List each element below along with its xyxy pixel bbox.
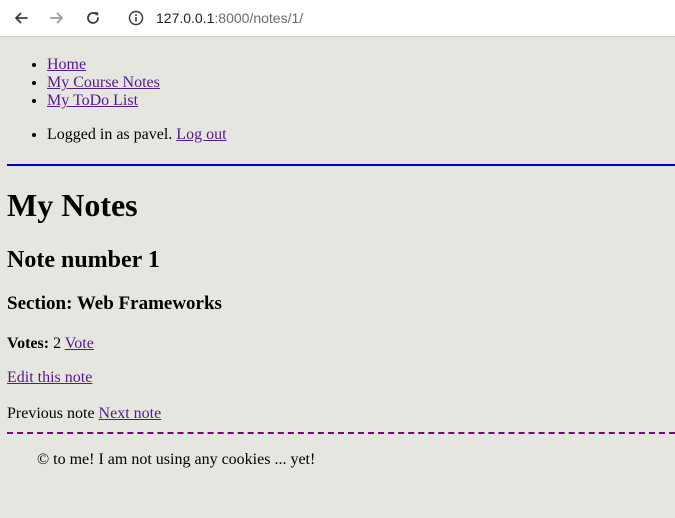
browser-toolbar: 127.0.0.1:8000/notes/1/ — [0, 0, 675, 37]
previous-note-label: Previous note — [7, 405, 95, 422]
main-nav: Home My Course Notes My ToDo List — [0, 56, 160, 110]
note-heading: Note number 1 — [7, 247, 160, 273]
nav-link-home[interactable]: Home — [47, 56, 86, 73]
header-divider — [7, 164, 675, 166]
logout-link[interactable]: Log out — [176, 126, 226, 143]
next-note-link[interactable]: Next note — [99, 405, 162, 422]
note-pager: Previous note Next note — [7, 404, 161, 424]
address-bar[interactable]: 127.0.0.1:8000/notes/1/ — [118, 1, 675, 35]
back-icon[interactable] — [9, 6, 33, 30]
nav-link-course-notes[interactable]: My Course Notes — [47, 74, 160, 91]
nav-item-home: Home — [47, 56, 160, 74]
votes-label: Votes: — [7, 335, 50, 352]
footer-text: © to me! I am not using any cookies ... … — [37, 451, 316, 468]
reload-icon[interactable] — [81, 6, 105, 30]
edit-line: Edit this note — [7, 368, 92, 388]
url-host: 127.0.0.1 — [156, 10, 215, 26]
vote-link[interactable]: Vote — [65, 335, 94, 352]
footer-divider — [7, 432, 675, 434]
nav-item-course-notes: My Course Notes — [47, 74, 160, 92]
site-info-icon[interactable] — [128, 10, 144, 26]
user-status-item: Logged in as pavel. Log out — [47, 126, 227, 144]
user-status: Logged in as pavel. Log out — [0, 126, 227, 144]
nav-link-todo-list[interactable]: My ToDo List — [47, 92, 138, 109]
url-path: :8000/notes/1/ — [214, 10, 304, 26]
url-text: 127.0.0.1:8000/notes/1/ — [156, 10, 303, 26]
votes-count: 2 — [53, 335, 62, 352]
forward-icon[interactable] — [45, 6, 69, 30]
logged-in-text: Logged in as pavel. — [47, 126, 173, 143]
section-heading: Section: Web Frameworks — [7, 293, 222, 314]
page-content: Home My Course Notes My ToDo List Logged… — [0, 37, 675, 518]
page-title: My Notes — [7, 187, 138, 223]
votes-line: Votes: 2 Vote — [7, 334, 94, 354]
edit-note-link[interactable]: Edit this note — [7, 369, 92, 386]
nav-item-todo-list: My ToDo List — [47, 92, 160, 110]
